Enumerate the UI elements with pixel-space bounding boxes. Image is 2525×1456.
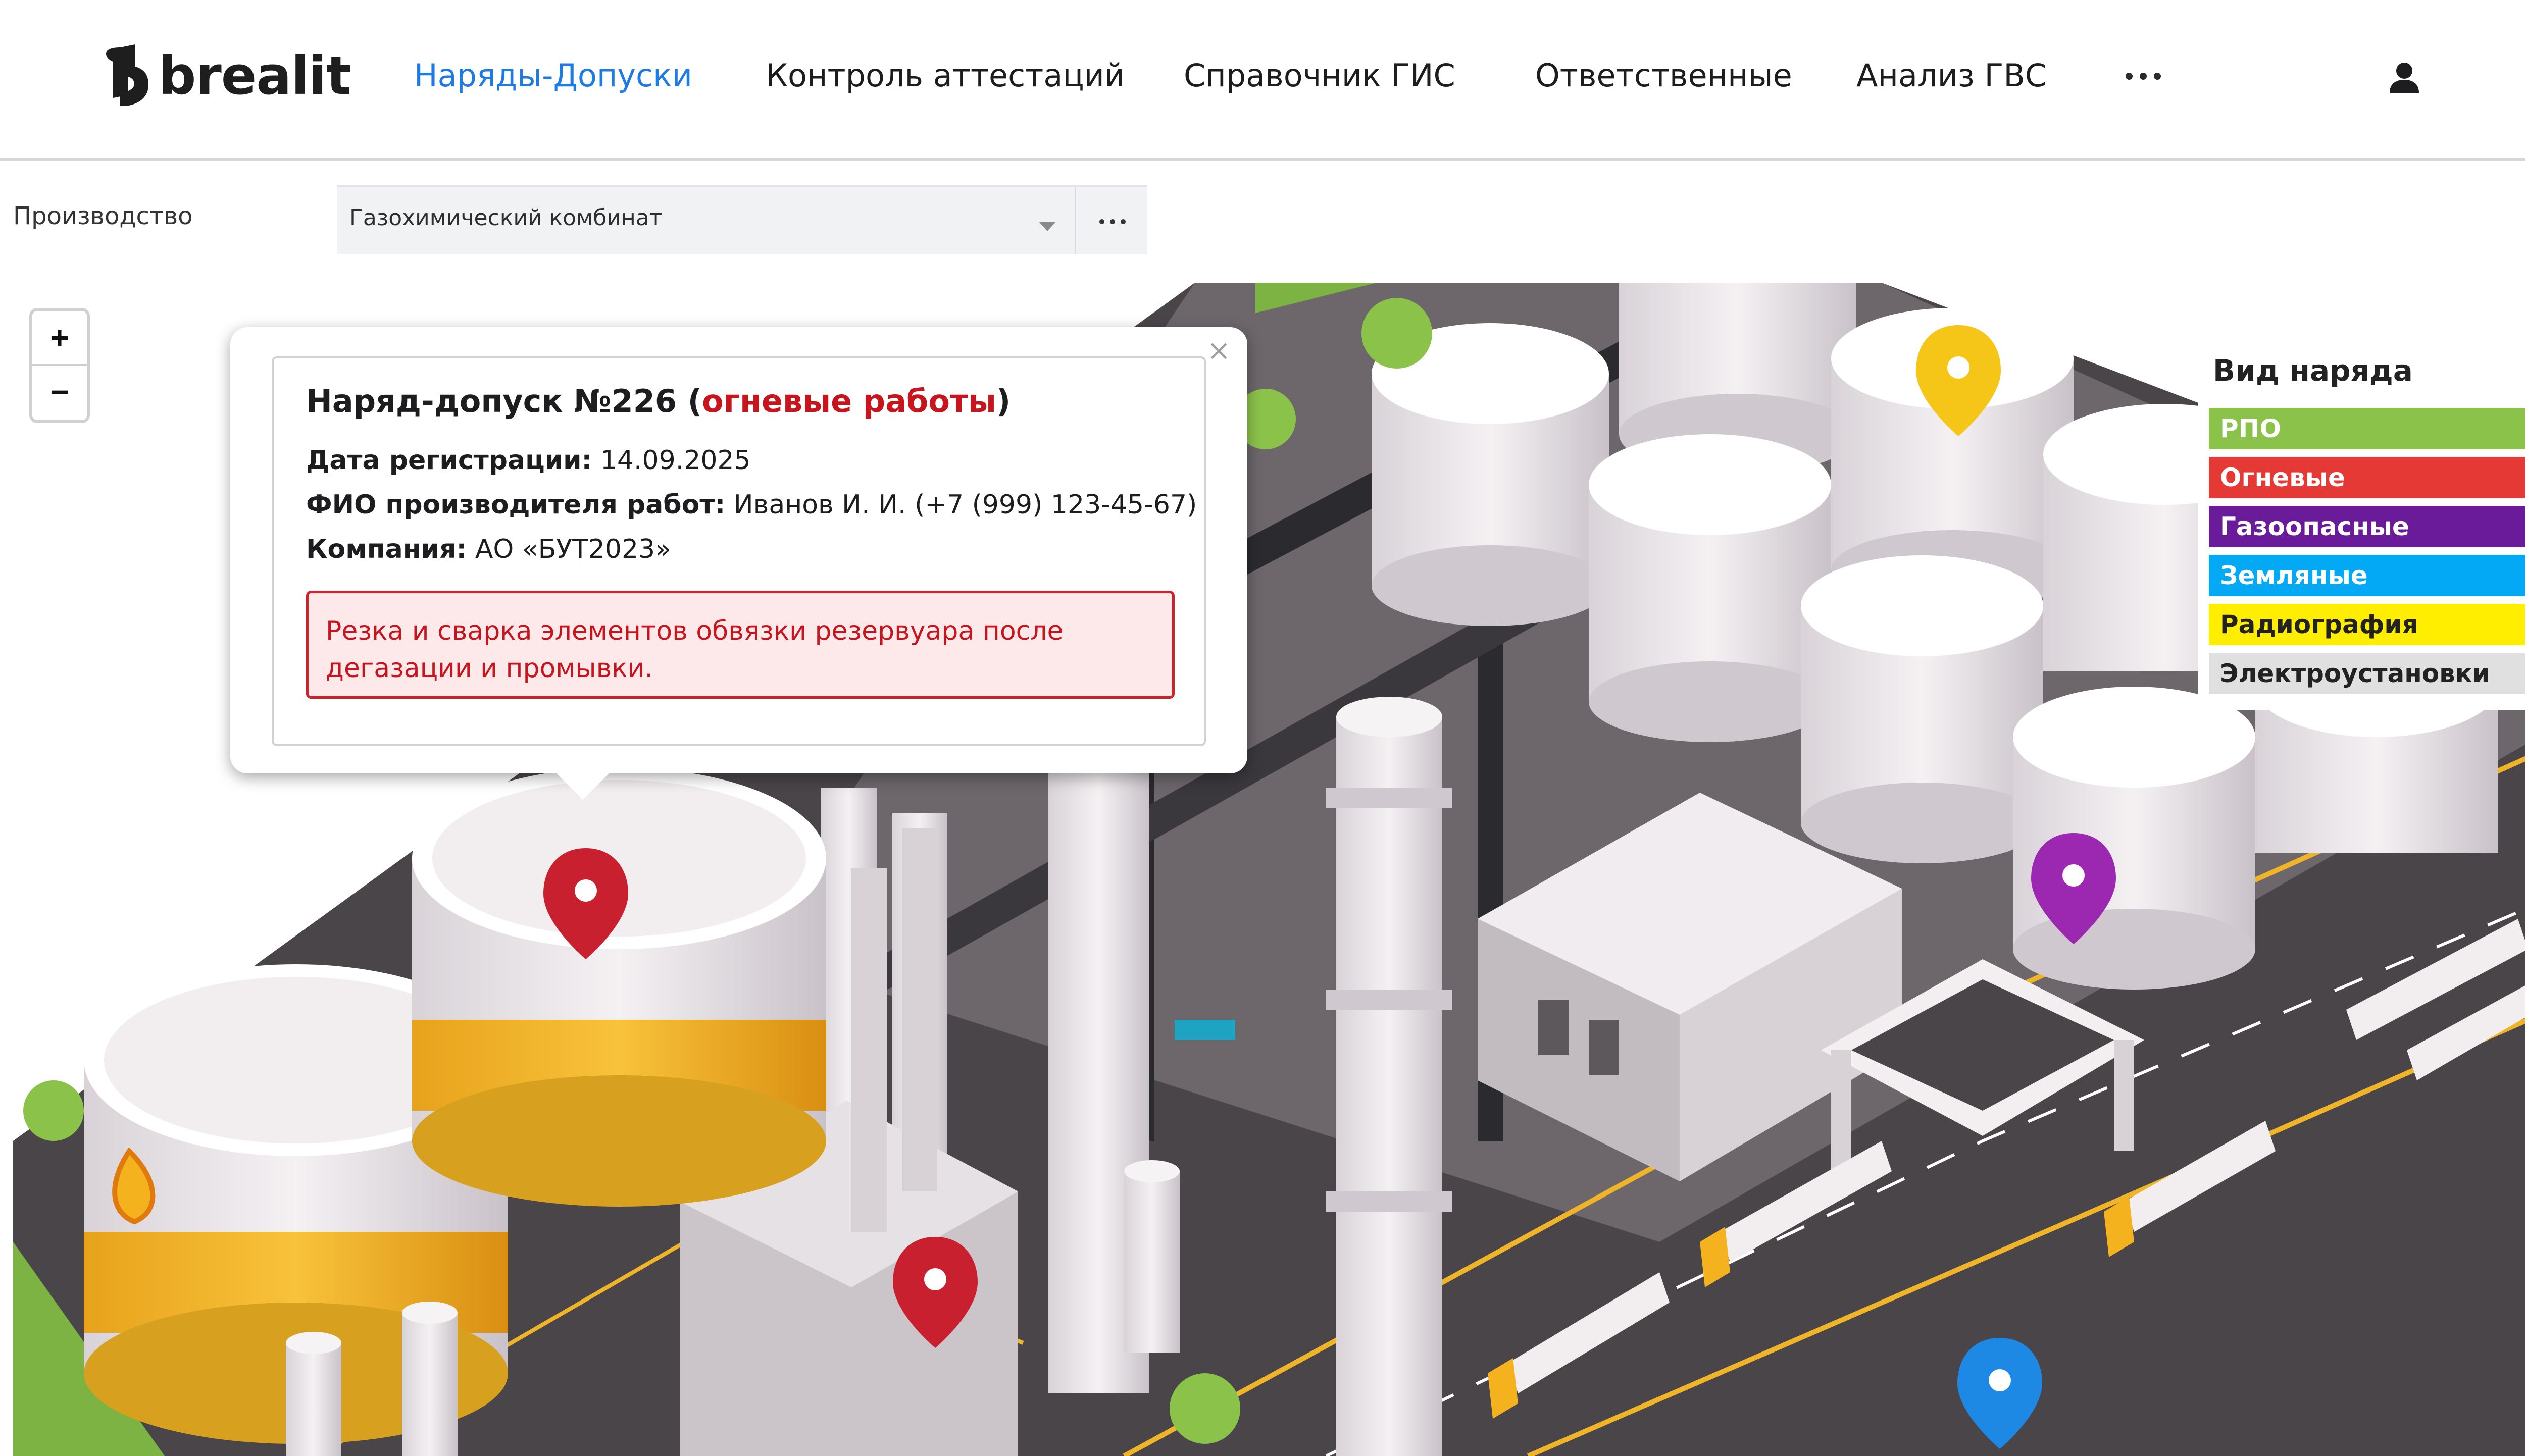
- production-options-button[interactable]: [1075, 185, 1147, 254]
- map-zoom-control: + −: [32, 311, 87, 420]
- worker-row: ФИО производителя работ: Иванов И. И. (+…: [306, 490, 1197, 520]
- legend-item-radiography[interactable]: Радиография: [2209, 604, 2525, 645]
- popup-pointer: [554, 771, 611, 800]
- zoom-in-button[interactable]: +: [32, 311, 87, 366]
- nav-tab-gis-directory[interactable]: Справочник ГИС: [1184, 56, 1455, 96]
- legend-item-gas[interactable]: Газоопасные: [2209, 506, 2525, 547]
- legend-item-rpo[interactable]: РПО: [2209, 408, 2525, 449]
- nav-tab-responsible[interactable]: Ответственные: [1535, 56, 1792, 96]
- nav-tab-certification-control[interactable]: Контроль аттестаций: [766, 56, 1125, 96]
- logo-mark-icon: [106, 44, 148, 106]
- brealit-logo[interactable]: brealit: [106, 44, 351, 110]
- storage-tank-center: [412, 767, 826, 1207]
- permit-type: огневые работы: [702, 383, 996, 420]
- legend-item-earthworks[interactable]: Земляные: [2209, 555, 2525, 596]
- more-menu-icon[interactable]: [2124, 64, 2164, 89]
- permit-type-legend: Вид наряда РПО Огневые Газоопасные Земля…: [2198, 347, 2525, 710]
- registration-date-row: Дата регистрации: 14.09.2025: [306, 445, 751, 476]
- nav-tab-gvs-analysis[interactable]: Анализ ГВС: [1856, 56, 2047, 96]
- production-label: Производство: [13, 202, 193, 230]
- user-icon[interactable]: [2388, 62, 2421, 95]
- chevron-down-icon[interactable]: [1039, 222, 1055, 231]
- permit-description: Резка и сварка элементов обвязки резерву…: [306, 591, 1175, 699]
- company-row: Компания: АО «БУТ2023»: [306, 534, 671, 564]
- production-select-value: Газохимический комбинат: [349, 205, 663, 231]
- zoom-out-button[interactable]: −: [32, 366, 87, 420]
- permit-title: Наряд-допуск №226 (огневые работы): [306, 383, 1011, 420]
- legend-title: Вид наряда: [2213, 353, 2413, 388]
- logo-text: brealit: [159, 45, 351, 107]
- permit-card: Наряд-допуск №226 (огневые работы) Дата …: [272, 356, 1206, 746]
- production-select[interactable]: Газохимический комбинат: [337, 185, 1075, 254]
- close-icon[interactable]: ×: [1207, 334, 1231, 367]
- nav-tab-work-permits[interactable]: Наряды-Допуски: [414, 56, 692, 96]
- legend-item-fire[interactable]: Огневые: [2209, 457, 2525, 498]
- top-navigation-bar: brealit Наряды-Допуски Контроль аттестац…: [0, 0, 2525, 161]
- storage-tank: [1372, 323, 1609, 626]
- permit-popup: × Наряд-допуск №226 (огневые работы) Дат…: [230, 327, 1247, 773]
- legend-item-electrical[interactable]: Электроустановки: [2209, 653, 2525, 694]
